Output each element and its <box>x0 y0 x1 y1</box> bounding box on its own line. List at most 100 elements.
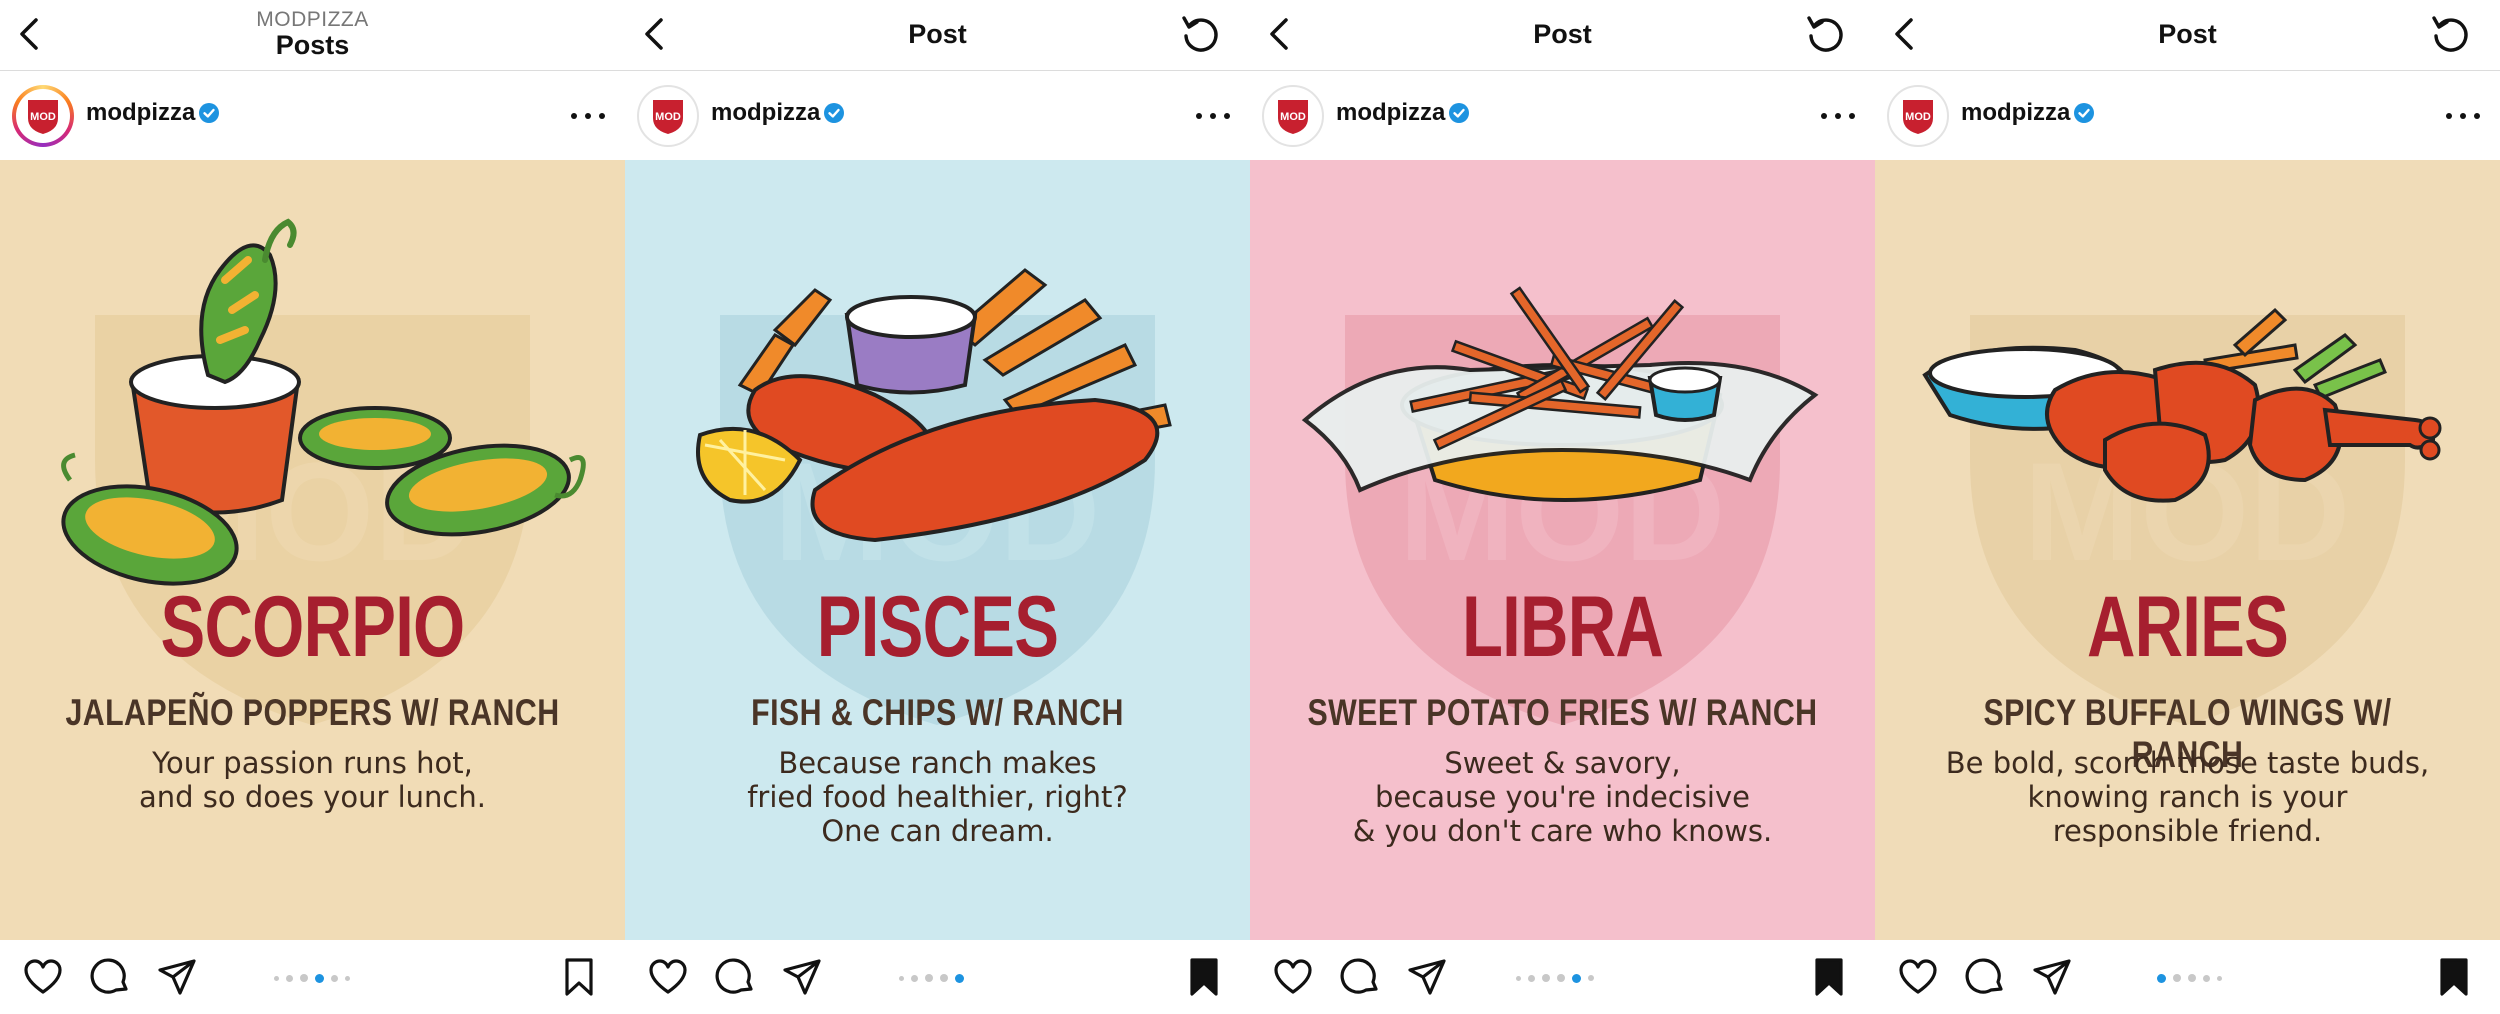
carousel-dot <box>1542 974 1550 982</box>
carousel-dot-active <box>315 973 324 983</box>
avatar[interactable]: MOD <box>12 85 74 147</box>
share-icon[interactable] <box>1406 956 1448 998</box>
carousel-dot <box>331 974 338 982</box>
caption-line: knowing ranch is your <box>2027 780 2348 814</box>
dish-name: FISH & CHIPS W/ RANCH <box>751 692 1124 733</box>
post-action-bar <box>1250 940 1875 1014</box>
avatar[interactable]: MOD <box>637 85 699 147</box>
carousel-dot <box>1528 974 1535 982</box>
svg-text:MOD: MOD <box>1280 111 1306 123</box>
dish-name: SWEET POTATO FRIES W/ RANCH <box>1307 692 1818 733</box>
refresh-icon[interactable] <box>2430 14 2472 56</box>
share-icon[interactable] <box>156 956 198 998</box>
zodiac-sign-heading: ARIES <box>2086 579 2289 675</box>
carousel-dot <box>1588 975 1594 981</box>
more-options-icon[interactable] <box>1196 101 1230 131</box>
post-panel-libra: Post MOD modpizza MOD LIBRA SWEET POTATO… <box>1250 0 1875 1014</box>
username[interactable]: modpizza <box>1961 99 2070 127</box>
avatar-inner: MOD <box>1891 89 1945 143</box>
comment-icon[interactable] <box>90 956 132 998</box>
post-image[interactable]: MOD LIBRA SWEET POTATO FRIES W/ RANCH Sw… <box>1250 160 1875 940</box>
comment-icon[interactable] <box>1340 956 1382 998</box>
heart-icon[interactable] <box>1897 956 1939 998</box>
carousel-dot <box>300 974 308 982</box>
post-action-bar <box>0 940 625 1014</box>
caption-line: and so does your lunch. <box>139 780 486 814</box>
top-nav-bar: Post <box>1250 0 1875 71</box>
nav-title: Post <box>2158 19 2217 50</box>
bookmark-filled-icon[interactable] <box>2433 956 2475 998</box>
post-header: MOD modpizza <box>1250 71 1875 160</box>
nav-title-block: Post <box>1875 0 2500 70</box>
bookmark-icon[interactable] <box>558 956 600 998</box>
carousel-dot <box>274 975 279 981</box>
avatar-inner: MOD <box>16 89 70 143</box>
top-nav-bar: MODPIZZA Posts <box>0 0 625 71</box>
carousel-dot <box>911 974 918 982</box>
nav-title: Post <box>1533 19 1592 50</box>
nav-title: Post <box>908 19 967 50</box>
caption-line: responsible friend. <box>2052 814 2323 848</box>
username[interactable]: modpizza <box>86 99 195 127</box>
carousel-dots <box>274 973 350 983</box>
avatar[interactable]: MOD <box>1887 85 1949 147</box>
post-header: MOD modpizza <box>1875 71 2500 160</box>
caption-line: & you don't care who knows. <box>1352 814 1773 848</box>
carousel-dot <box>2217 975 2222 981</box>
mod-logo-icon: MOD <box>1278 100 1308 134</box>
heart-icon[interactable] <box>647 956 689 998</box>
caption-line: Because ranch makes <box>778 746 1097 780</box>
post-image[interactable]: MOD ARIES SPICY BUFFALO WINGS W/ RANCH B… <box>1875 160 2500 940</box>
nav-title-block: MODPIZZA Posts <box>0 0 625 70</box>
carousel-dot <box>2188 974 2196 982</box>
nav-title-block: Post <box>1250 0 1875 70</box>
zodiac-sign-heading: LIBRA <box>1461 579 1664 675</box>
post-image[interactable]: MOD PISCES FISH & CHIPS W/ RANCH <box>625 160 1250 940</box>
mod-logo-icon: MOD <box>1903 100 1933 134</box>
post-action-bar <box>1875 940 2500 1014</box>
more-options-icon[interactable] <box>571 101 605 131</box>
zodiac-sign-heading: SCORPIO <box>160 579 466 675</box>
verified-badge-icon <box>1448 102 1470 124</box>
carousel-dot <box>2203 974 2210 982</box>
zodiac-sign-heading: PISCES <box>816 579 1059 675</box>
nav-title-block: Post <box>625 0 1250 70</box>
refresh-icon[interactable] <box>1805 14 1847 56</box>
carousel-dots <box>1516 973 1594 983</box>
caption-line: Your passion runs hot, <box>152 746 473 780</box>
carousel-dot-active <box>2157 973 2166 983</box>
caption-line: Be bold, scorch those taste buds, <box>1945 746 2430 780</box>
svg-text:MOD: MOD <box>30 111 56 123</box>
carousel-dot <box>2173 974 2181 982</box>
top-nav-bar: Post <box>625 0 1250 71</box>
bookmark-filled-icon[interactable] <box>1183 956 1225 998</box>
mod-logo-icon: MOD <box>653 100 683 134</box>
carousel-dots <box>2157 973 2222 983</box>
carousel-dot-active <box>1572 973 1581 983</box>
heart-icon[interactable] <box>1272 956 1314 998</box>
share-icon[interactable] <box>2031 956 2073 998</box>
comment-icon[interactable] <box>715 956 757 998</box>
post-image[interactable]: MOD SCORPIO JALAPEÑO POPPERS W/ RANCH Yo… <box>0 160 625 940</box>
heart-icon[interactable] <box>22 956 64 998</box>
dish-name: JALAPEÑO POPPERS W/ RANCH <box>65 692 560 733</box>
refresh-icon[interactable] <box>1180 14 1222 56</box>
post-header: MOD modpizza <box>0 71 625 160</box>
post-panel-aries: Post MOD modpizza MOD ARIES SPICY BUFFAL… <box>1875 0 2500 1014</box>
username[interactable]: modpizza <box>711 99 820 127</box>
bookmark-filled-icon[interactable] <box>1808 956 1850 998</box>
post-panel-scorpio: MODPIZZA Posts MOD modpizza MOD SCORPIO … <box>0 0 625 1014</box>
more-options-icon[interactable] <box>2446 101 2480 131</box>
avatar-inner: MOD <box>1266 89 1320 143</box>
comment-icon[interactable] <box>1965 956 2007 998</box>
verified-badge-icon <box>2073 102 2095 124</box>
avatar[interactable]: MOD <box>1262 85 1324 147</box>
carousel-dot <box>940 974 948 982</box>
carousel-dot <box>286 974 293 982</box>
share-icon[interactable] <box>781 956 823 998</box>
username[interactable]: modpizza <box>1336 99 1445 127</box>
post-action-bar <box>625 940 1250 1014</box>
caption-line: because you're indecisive <box>1375 780 1750 814</box>
more-options-icon[interactable] <box>1821 101 1855 131</box>
carousel-dot-active <box>955 973 964 983</box>
